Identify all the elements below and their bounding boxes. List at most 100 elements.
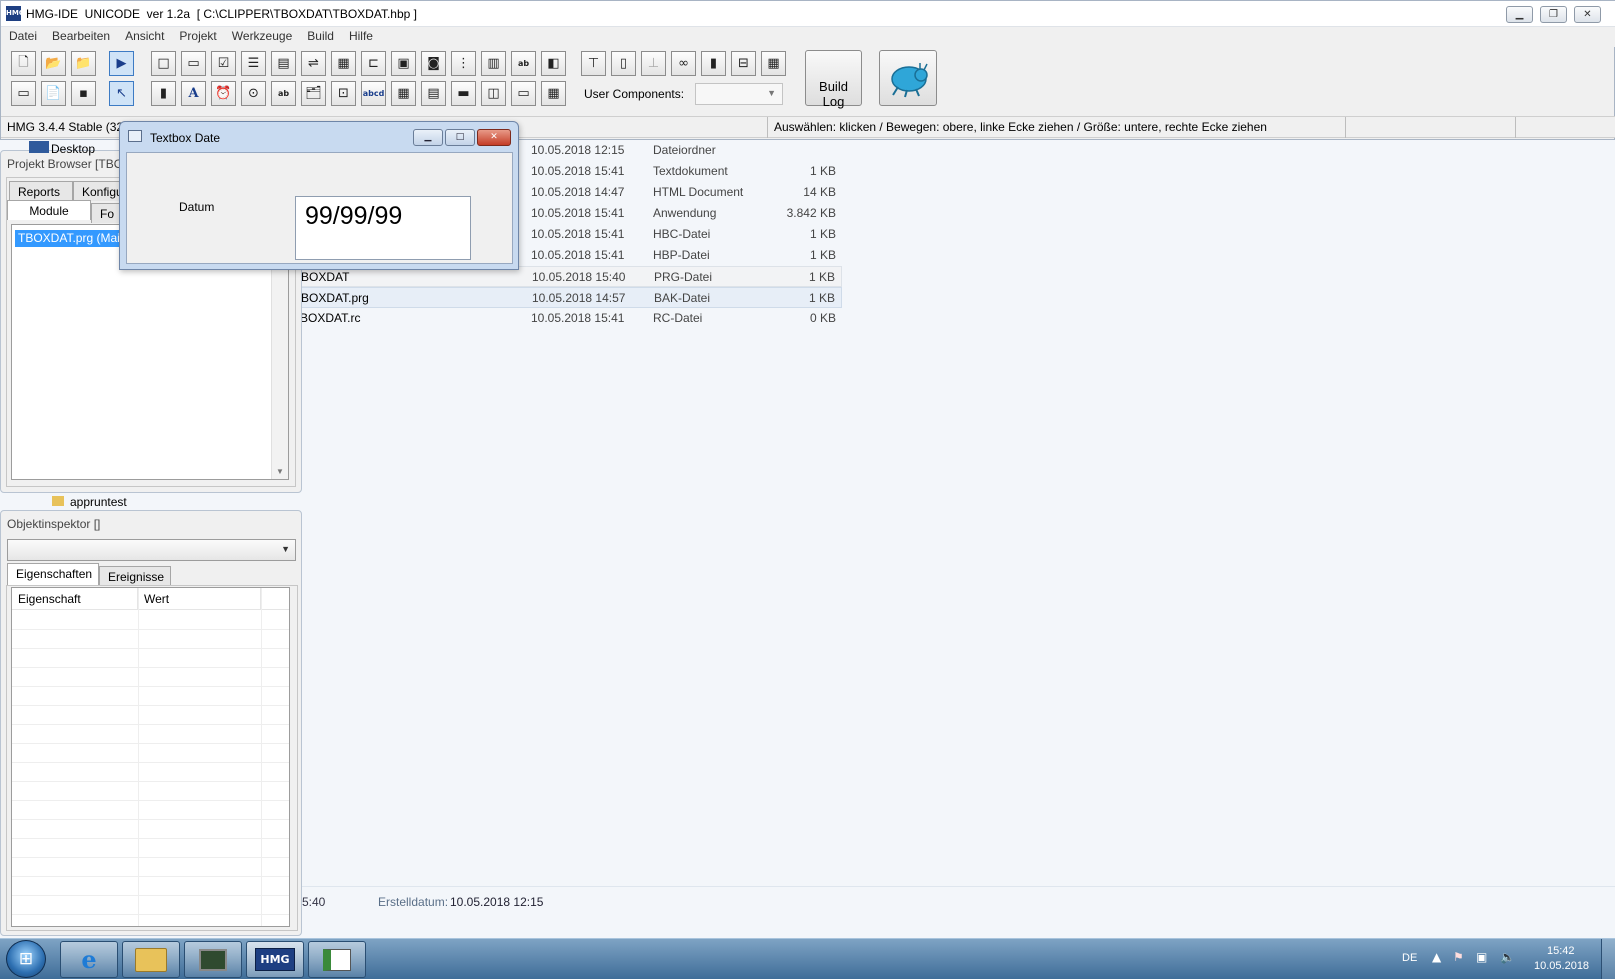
grid-row-line: [12, 781, 289, 782]
activex-control-icon[interactable]: ◫: [481, 81, 506, 106]
action-center-flag-icon[interactable]: ⚑: [1453, 950, 1464, 964]
menu-werkzeuge[interactable]: Werkzeuge: [224, 27, 299, 47]
image-control-icon[interactable]: ▣: [391, 51, 416, 76]
form-maximize-button[interactable]: □: [445, 129, 475, 146]
hmg-ide-task-icon[interactable]: HMG: [246, 941, 304, 978]
show-hidden-icons-icon[interactable]: ▲: [1432, 950, 1441, 964]
details-created-label: Erstelldatum:: [378, 895, 449, 909]
open-folder-icon[interactable]: 📂: [41, 51, 66, 76]
listbox-control-icon[interactable]: ☰: [241, 51, 266, 76]
minimize-button[interactable]: ▁: [1506, 6, 1533, 23]
tab-konfiguration[interactable]: Konfigu: [73, 181, 125, 201]
tab-module[interactable]: Module: [7, 200, 91, 220]
internet-explorer-icon[interactable]: e: [60, 941, 118, 978]
hyperlink-control-icon[interactable]: abcd: [361, 81, 386, 106]
radio-control-icon[interactable]: ⊙: [241, 81, 266, 106]
report-group-icon[interactable]: ∞: [671, 51, 696, 76]
property-grid[interactable]: Eigenschaft Wert: [11, 587, 290, 927]
tree-control-icon[interactable]: ⋮: [451, 51, 476, 76]
menu-build[interactable]: Build: [299, 27, 341, 47]
maximize-button[interactable]: ❐: [1540, 6, 1567, 23]
column-eigenschaft[interactable]: Eigenschaft: [12, 588, 138, 610]
run-arrow-icon[interactable]: ▶: [109, 51, 134, 76]
document-icon[interactable]: 📄: [41, 81, 66, 106]
frame-control-icon[interactable]: □: [151, 51, 176, 76]
show-desktop-button[interactable]: [1601, 939, 1615, 979]
keyboard-language[interactable]: DE: [1402, 952, 1417, 964]
form-window-task-icon[interactable]: [308, 941, 366, 978]
taskbar: ⊞ e HMG DE ▲ ⚑ ▣ 🔈 15:42 10.05.2018: [0, 938, 1615, 979]
menu-ansicht[interactable]: Ansicht: [117, 27, 171, 47]
project-browser-title: Projekt Browser [TBO: [7, 157, 124, 171]
progressbar-control-icon[interactable]: ▬: [451, 81, 476, 106]
date-textbox[interactable]: 99/99/99: [295, 196, 471, 260]
textbox-control-icon[interactable]: ab: [511, 51, 536, 76]
button-control-icon[interactable]: ▭: [181, 51, 206, 76]
clock-time[interactable]: 15:42: [1547, 945, 1575, 957]
tab-reports[interactable]: Reports: [9, 181, 73, 201]
textbox-date-form-window[interactable]: Textbox Date ▁ □ ✕ Datum 99/99/99: [119, 121, 519, 270]
build-log-button[interactable]: Build Log: [805, 50, 862, 109]
monthcal-control-icon[interactable]: ▦: [391, 81, 416, 106]
slider-control-icon[interactable]: ⊏: [361, 51, 386, 76]
column-wert[interactable]: Wert: [138, 588, 261, 610]
module-item[interactable]: TBOXDAT.prg (Main: [15, 230, 130, 247]
grid-row-line: [12, 743, 289, 744]
report-table-icon[interactable]: ▦: [761, 51, 786, 76]
report-line-icon[interactable]: ⊥: [641, 51, 666, 76]
close-button[interactable]: ✕: [1574, 6, 1601, 23]
frame-label-icon[interactable]: ab: [271, 81, 296, 106]
save-icon[interactable]: ▪: [71, 81, 96, 106]
tab-control-icon[interactable]: 🗂: [301, 81, 326, 106]
form-close-button[interactable]: ✕: [477, 129, 511, 146]
checkbox-control-icon[interactable]: ☑: [211, 51, 236, 76]
report-header-icon[interactable]: ⊤: [581, 51, 606, 76]
label-control-icon[interactable]: A: [181, 81, 206, 106]
spinner-control-icon[interactable]: ⇌: [301, 51, 326, 76]
debug-bug-button[interactable]: [879, 50, 937, 106]
title-bar[interactable]: HMG HMG-IDE UNICODE ver 1.2a [ C:\CLIPPE…: [1, 1, 1615, 27]
grid-control-icon[interactable]: ▦: [331, 51, 356, 76]
picture-control-icon[interactable]: ◙: [421, 51, 446, 76]
editbox-control-icon[interactable]: ◧: [541, 51, 566, 76]
menu-bearbeiten[interactable]: Bearbeiten: [44, 27, 117, 47]
form-minimize-button[interactable]: ▁: [413, 129, 443, 146]
report-band-icon[interactable]: ▮: [701, 51, 726, 76]
start-button[interactable]: ⊞: [6, 940, 46, 978]
form-window-icon: [128, 130, 142, 142]
explorer-folder-icon[interactable]: [122, 941, 180, 978]
open-project-icon[interactable]: 📁: [71, 51, 96, 76]
datepicker-control-icon[interactable]: ▥: [481, 51, 506, 76]
menu-projekt[interactable]: Projekt: [171, 27, 223, 47]
clock-date[interactable]: 10.05.2018: [1534, 960, 1589, 972]
datum-label[interactable]: Datum: [179, 200, 214, 214]
menu-hilfe[interactable]: Hilfe: [341, 27, 380, 47]
report-detail-icon[interactable]: ⊟: [731, 51, 756, 76]
menu-datei[interactable]: Datei: [1, 27, 44, 47]
timer-control-icon[interactable]: ⏰: [211, 81, 236, 106]
form-window-icon[interactable]: ▭: [11, 81, 36, 106]
behind-desktop-label: Desktop: [51, 142, 96, 156]
richedit-control-icon[interactable]: ▤: [421, 81, 446, 106]
object-select[interactable]: ▼: [7, 539, 296, 561]
pointer-select-icon[interactable]: ↖: [109, 81, 134, 106]
details-time: 5:40: [302, 895, 326, 909]
ipaddress-control-icon[interactable]: ▭: [511, 81, 536, 106]
object-inspector-panel: Objektinspektor [] ▼ Eigenschaften Ereig…: [0, 510, 302, 936]
computer-monitor-icon[interactable]: [184, 941, 242, 978]
tab-eigenschaften[interactable]: Eigenschaften: [7, 563, 99, 585]
file-row[interactable]: BOXDAT.prg 10.05.2018 14:57 BAK-Datei 1 KB: [294, 287, 842, 308]
user-components-select[interactable]: ▼: [695, 83, 783, 105]
combobox-control-icon[interactable]: ▤: [271, 51, 296, 76]
animate-control-icon[interactable]: ⊡: [331, 81, 356, 106]
toolbox-icon[interactable]: ▮: [151, 81, 176, 106]
form-client-area: Datum 99/99/99: [126, 152, 513, 264]
new-file-icon[interactable]: 🗋: [11, 51, 36, 76]
network-icon[interactable]: ▣: [1476, 950, 1487, 964]
tab-ereignisse[interactable]: Ereignisse: [99, 566, 171, 586]
volume-icon[interactable]: 🔈: [1500, 950, 1515, 964]
browse-control-icon[interactable]: ▦: [541, 81, 566, 106]
report-field-icon[interactable]: ▯: [611, 51, 636, 76]
grid-row-line: [12, 762, 289, 763]
file-row[interactable]: BOXDAT.rc 10.05.2018 15:41 RC-Datei 0 KB: [294, 308, 842, 329]
